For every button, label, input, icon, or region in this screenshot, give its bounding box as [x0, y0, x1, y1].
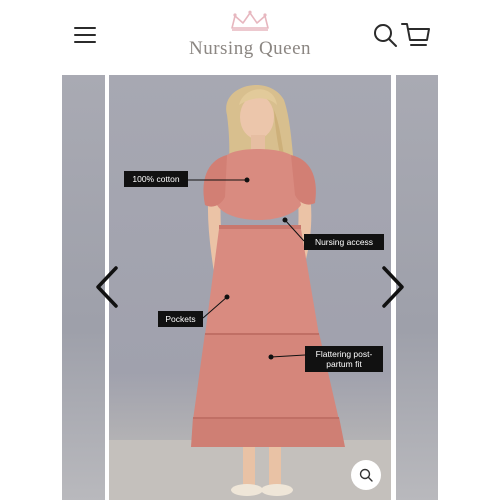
search-icon [374, 24, 397, 47]
logo-text: Nursing Queen [188, 38, 312, 59]
crown-icon [231, 10, 269, 31]
cart-button[interactable] [400, 20, 432, 50]
site-logo[interactable]: Nursing Queen [160, 10, 340, 65]
menu-icon-bar [74, 34, 96, 36]
callout-cotton: 100% cotton [124, 171, 188, 187]
menu-button[interactable] [70, 22, 102, 48]
model-illustration [109, 84, 391, 500]
search-button[interactable] [372, 22, 400, 50]
callout-pockets: Pockets [158, 311, 203, 327]
product-image[interactable]: 100% cotton Nursing access Pockets Flatt… [109, 75, 391, 500]
cart-icon [401, 23, 430, 46]
callout-nursing-access: Nursing access [304, 234, 384, 250]
zoom-icon [359, 468, 373, 482]
chevron-left-icon [96, 266, 118, 308]
zoom-button[interactable] [351, 460, 381, 490]
product-gallery[interactable]: 100% cotton Nursing access Pockets Flatt… [0, 75, 500, 500]
callout-flattering-fit: Flattering post-partum fit [305, 346, 383, 372]
next-image-button[interactable] [380, 265, 406, 309]
chevron-right-icon [382, 266, 404, 308]
site-header: Nursing Queen [0, 0, 500, 75]
menu-icon-bar [74, 41, 96, 43]
menu-icon-bar [74, 27, 96, 29]
previous-image-button[interactable] [94, 265, 120, 309]
